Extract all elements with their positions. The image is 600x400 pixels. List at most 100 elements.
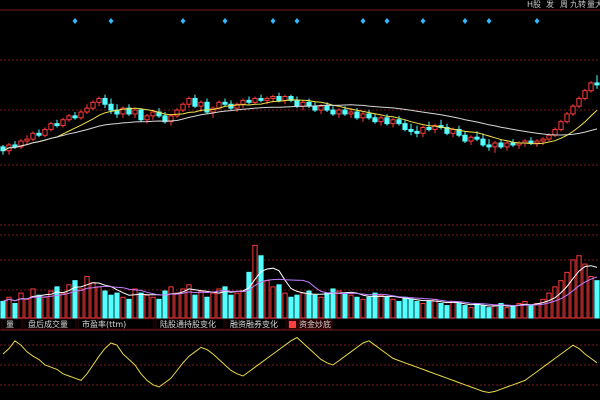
volume-bar[interactable] — [108, 294, 114, 319]
volume-bar[interactable] — [324, 292, 330, 319]
volume-bar[interactable] — [276, 284, 282, 319]
volume-bar[interactable] — [114, 292, 120, 319]
volume-bar[interactable] — [438, 302, 444, 319]
candle-body[interactable] — [30, 132, 36, 140]
candle-body[interactable] — [582, 90, 588, 99]
candle-body[interactable] — [180, 103, 186, 111]
signal-marker[interactable] — [360, 18, 366, 24]
candle-body[interactable] — [588, 82, 594, 92]
candle-body[interactable] — [348, 111, 354, 115]
candle-body[interactable] — [84, 107, 90, 113]
volume-bar[interactable] — [156, 298, 162, 319]
volume-bar[interactable] — [546, 292, 552, 319]
volume-bar[interactable] — [72, 280, 78, 319]
candle-body[interactable] — [498, 142, 504, 148]
indicator-tab-label-1[interactable]: 盘后成交量 — [28, 319, 68, 329]
candle-body[interactable] — [312, 105, 318, 111]
volume-bar[interactable] — [492, 305, 498, 319]
volume-bar[interactable] — [42, 296, 48, 319]
volume-bar[interactable] — [204, 296, 210, 319]
top-tag-4[interactable]: 量大 — [587, 0, 600, 9]
candle-body[interactable] — [54, 123, 60, 127]
indicator-tab-label-4[interactable]: 融资融券变化 — [230, 319, 278, 329]
candle-body[interactable] — [396, 119, 402, 125]
volume-bar[interactable] — [288, 296, 294, 319]
volume-bar[interactable] — [420, 302, 426, 319]
volume-bar[interactable] — [432, 298, 438, 319]
candle-body[interactable] — [102, 97, 108, 105]
candle-body[interactable] — [138, 109, 144, 121]
volume-bar[interactable] — [18, 292, 24, 319]
volume-bar[interactable] — [258, 255, 264, 319]
candle-body[interactable] — [60, 119, 66, 127]
volume-bar[interactable] — [96, 286, 102, 319]
indicator-tab-label-3[interactable]: 陆股通持股变化 — [160, 319, 216, 329]
candle-body[interactable] — [486, 144, 492, 148]
volume-bar[interactable] — [552, 286, 558, 319]
volume-bar[interactable] — [474, 302, 480, 319]
volume-bar[interactable] — [342, 292, 348, 319]
candle-body[interactable] — [474, 136, 480, 140]
candle-body[interactable] — [222, 101, 228, 105]
volume-bar[interactable] — [486, 307, 492, 319]
candle-body[interactable] — [384, 117, 390, 125]
candle-body[interactable] — [108, 103, 114, 111]
volume-bar[interactable] — [594, 280, 600, 319]
indicator-tab-label-2[interactable]: 市盈率(ttm) — [82, 319, 126, 329]
volume-bar[interactable] — [174, 292, 180, 319]
candle-body[interactable] — [78, 111, 84, 119]
candle-body[interactable] — [66, 115, 72, 121]
candle-body[interactable] — [252, 97, 258, 103]
candle-body[interactable] — [336, 109, 342, 115]
candle-body[interactable] — [198, 101, 204, 107]
volume-bar[interactable] — [36, 294, 42, 319]
candle-body[interactable] — [420, 127, 426, 134]
volume-bar[interactable] — [588, 276, 594, 319]
volume-bar[interactable] — [198, 290, 204, 319]
signal-marker[interactable] — [108, 18, 114, 24]
volume-bar[interactable] — [138, 292, 144, 319]
volume-bar[interactable] — [402, 296, 408, 319]
candle-body[interactable] — [372, 117, 378, 123]
candle-body[interactable] — [468, 136, 474, 142]
candle-body[interactable] — [342, 109, 348, 115]
top-tag-2[interactable]: 周 — [560, 0, 568, 9]
volume-bar[interactable] — [426, 300, 432, 319]
signal-marker[interactable] — [420, 18, 426, 24]
candle-body[interactable] — [300, 101, 306, 107]
top-tag-3[interactable]: 九转 — [570, 0, 586, 9]
signal-marker[interactable] — [486, 18, 492, 24]
indicator-tab-label-5[interactable]: 资金炒底 — [299, 319, 331, 329]
volume-bar[interactable] — [24, 298, 30, 319]
candle-body[interactable] — [12, 144, 18, 148]
candle-body[interactable] — [72, 115, 78, 119]
candle-body[interactable] — [330, 109, 336, 115]
candle-body[interactable] — [42, 128, 48, 136]
volume-bar[interactable] — [240, 290, 246, 319]
volume-bar[interactable] — [312, 294, 318, 319]
volume-bar[interactable] — [102, 290, 108, 319]
volume-bar[interactable] — [480, 305, 486, 319]
candle-body[interactable] — [564, 113, 570, 123]
candle-body[interactable] — [270, 96, 276, 99]
volume-bar[interactable] — [444, 305, 450, 319]
volume-bar[interactable] — [528, 305, 534, 319]
signal-marker[interactable] — [462, 18, 468, 24]
candle-body[interactable] — [558, 121, 564, 130]
volume-bar[interactable] — [414, 300, 420, 319]
volume-bar[interactable] — [348, 294, 354, 319]
candle-body[interactable] — [144, 115, 150, 121]
volume-bar[interactable] — [126, 298, 132, 319]
candle-body[interactable] — [174, 109, 180, 117]
candle-body[interactable] — [510, 142, 516, 146]
volume-bar[interactable] — [468, 307, 474, 319]
volume-bar[interactable] — [336, 290, 342, 319]
signal-marker[interactable] — [72, 18, 78, 24]
volume-bar[interactable] — [84, 276, 90, 319]
candle-body[interactable] — [408, 128, 414, 132]
signal-marker[interactable] — [270, 18, 276, 24]
candle-body[interactable] — [492, 142, 498, 148]
candle-body[interactable] — [546, 134, 552, 140]
volume-bar[interactable] — [534, 302, 540, 319]
volume-bar[interactable] — [0, 300, 6, 319]
